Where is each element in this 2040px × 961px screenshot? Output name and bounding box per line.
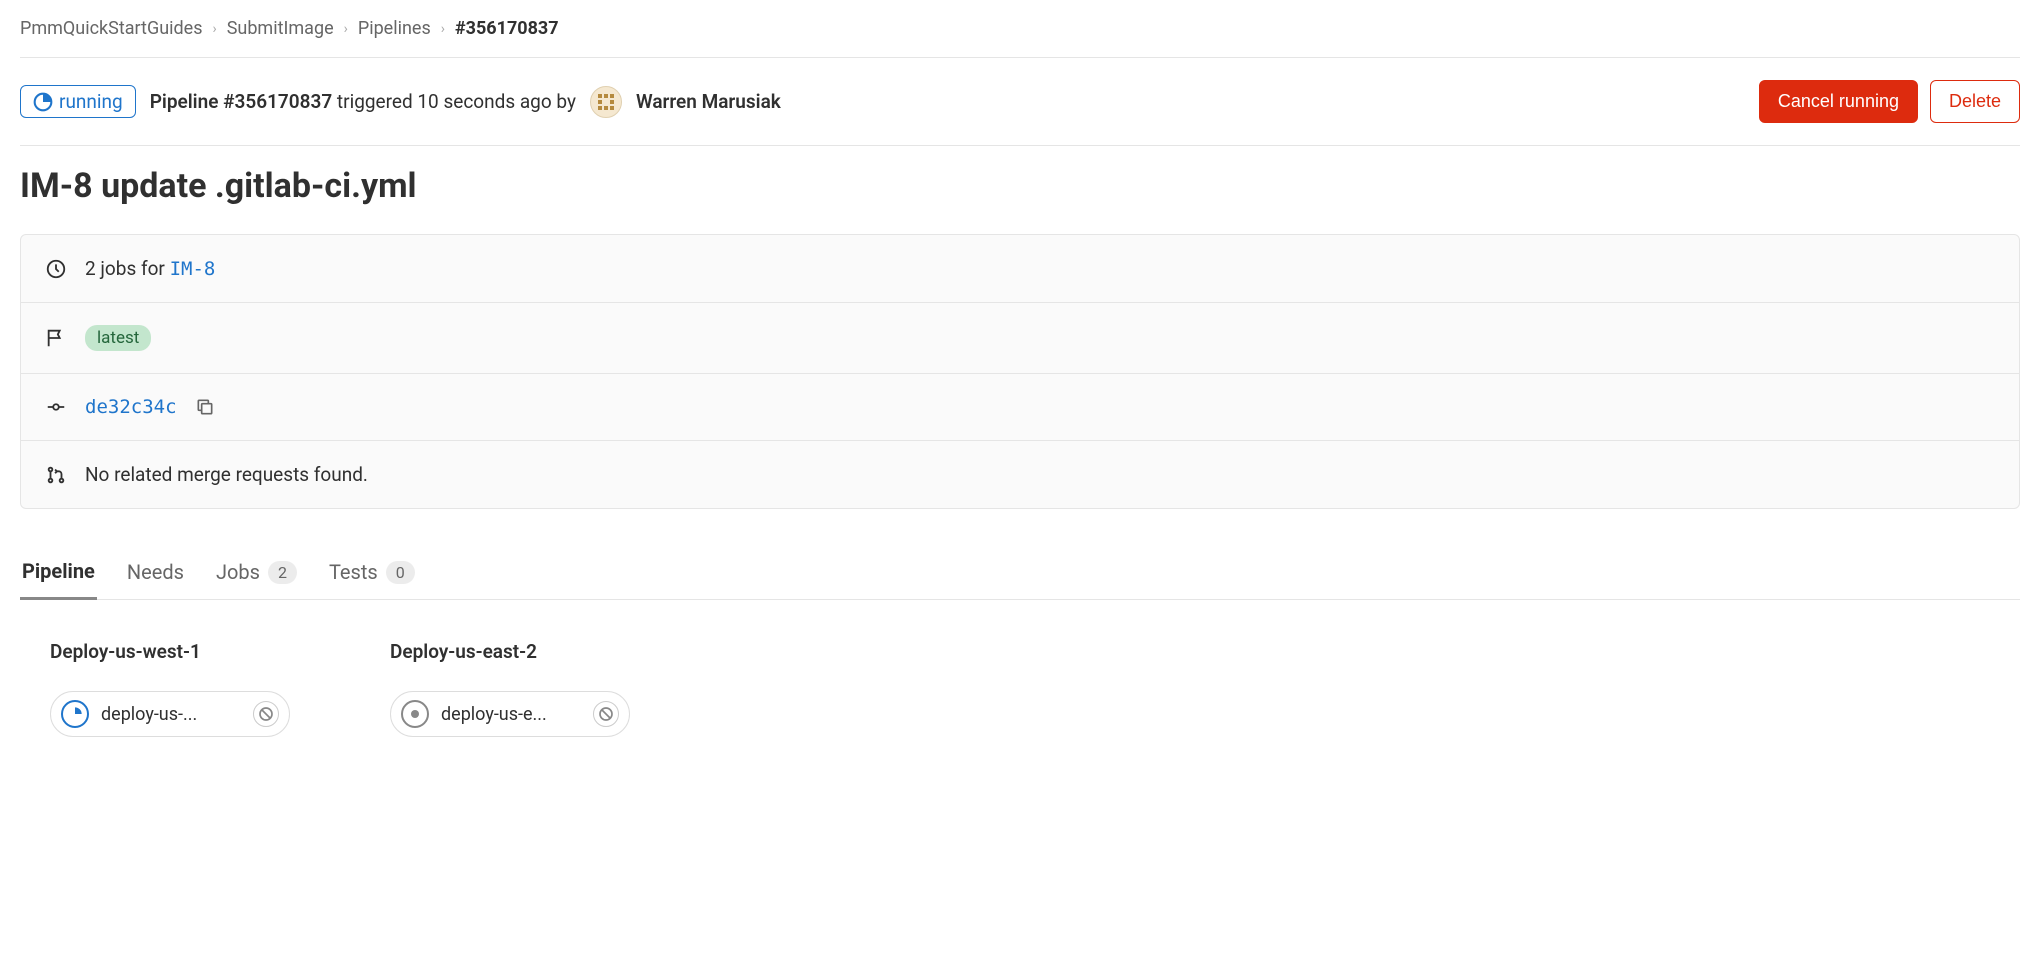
clock-icon xyxy=(45,258,67,280)
job-pill[interactable]: deploy-us-e... xyxy=(390,691,630,737)
jobs-summary-row: 2 jobs for IM-8 xyxy=(21,235,2019,303)
merge-request-text: No related merge requests found. xyxy=(85,463,368,486)
chevron-right-icon: › xyxy=(441,21,445,37)
tabs: Pipeline Needs Jobs 2 Tests 0 xyxy=(20,545,2020,600)
breadcrumb-item[interactable]: PmmQuickStartGuides xyxy=(20,18,203,39)
latest-tag-badge: latest xyxy=(85,325,151,351)
jobs-count-badge: 2 xyxy=(268,561,297,584)
merge-request-row: No related merge requests found. xyxy=(21,441,2019,508)
job-status-pending-icon xyxy=(401,700,429,728)
tab-tests[interactable]: Tests 0 xyxy=(327,545,417,599)
pipeline-header: running Pipeline #356170837 triggered 10… xyxy=(20,58,2020,145)
copy-icon[interactable] xyxy=(195,397,215,417)
status-text: running xyxy=(59,90,123,113)
tab-jobs[interactable]: Jobs 2 xyxy=(214,545,299,599)
breadcrumb-current: #356170837 xyxy=(455,18,559,39)
stage-column: Deploy-us-east-2 deploy-us-e... xyxy=(390,640,630,737)
branch-link[interactable]: IM-8 xyxy=(170,258,216,280)
job-status-running-icon xyxy=(61,700,89,728)
pipeline-stages: Deploy-us-west-1 deploy-us-... Deploy-us… xyxy=(20,600,2020,777)
stage-title: Deploy-us-east-2 xyxy=(390,640,630,663)
job-name: deploy-us-e... xyxy=(441,704,581,725)
job-name: deploy-us-... xyxy=(101,704,241,725)
breadcrumb-item[interactable]: Pipelines xyxy=(358,18,431,39)
breadcrumb-item[interactable]: SubmitImage xyxy=(227,18,334,39)
tab-needs[interactable]: Needs xyxy=(125,545,186,599)
summary-box: 2 jobs for IM-8 latest de32c34c No relat… xyxy=(20,234,2020,509)
cancel-job-button[interactable] xyxy=(253,701,279,727)
user-name[interactable]: Warren Marusiak xyxy=(636,90,781,113)
chevron-right-icon: › xyxy=(344,21,348,37)
merge-request-icon xyxy=(45,464,67,486)
cancel-running-button[interactable]: Cancel running xyxy=(1759,80,1918,123)
user-avatar[interactable] xyxy=(590,86,622,118)
stage-title: Deploy-us-west-1 xyxy=(50,640,290,663)
commit-icon xyxy=(45,396,67,418)
tab-pipeline[interactable]: Pipeline xyxy=(20,545,97,600)
tag-row: latest xyxy=(21,303,2019,374)
divider xyxy=(20,145,2020,146)
status-badge[interactable]: running xyxy=(20,85,136,118)
breadcrumb: PmmQuickStartGuides › SubmitImage › Pipe… xyxy=(20,0,2020,57)
running-icon xyxy=(33,92,53,112)
stage-column: Deploy-us-west-1 deploy-us-... xyxy=(50,640,290,737)
commit-link[interactable]: de32c34c xyxy=(85,396,177,418)
tests-count-badge: 0 xyxy=(386,561,415,584)
jobs-count-text: 2 jobs for xyxy=(85,257,165,280)
delete-button[interactable]: Delete xyxy=(1930,80,2020,123)
flag-icon xyxy=(45,327,67,349)
avatar-icon xyxy=(594,90,618,114)
pipeline-trigger-info: Pipeline #356170837 triggered 10 seconds… xyxy=(150,90,576,113)
chevron-right-icon: › xyxy=(213,21,217,37)
commit-row: de32c34c xyxy=(21,374,2019,441)
page-title: IM-8 update .gitlab-ci.yml xyxy=(20,166,2020,206)
cancel-job-button[interactable] xyxy=(593,701,619,727)
job-pill[interactable]: deploy-us-... xyxy=(50,691,290,737)
